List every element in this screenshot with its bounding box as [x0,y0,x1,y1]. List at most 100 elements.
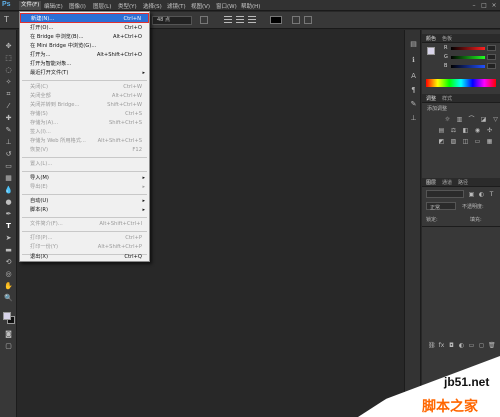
brush-tool-icon[interactable]: ✎ [4,126,13,135]
menu-item-revert[interactable]: 恢复(V) F12 [20,145,149,155]
menu-filter[interactable]: 滤镜(T) [167,2,186,10]
tab-color[interactable]: 颜色 [426,35,436,42]
menu-item-recent-files[interactable]: 最近打开文件(T) ▸ [20,68,149,78]
layer-mask-icon[interactable]: ◘ [448,342,455,349]
character-panel-icon[interactable]: A [409,72,418,81]
move-tool-icon[interactable]: ✥ [4,42,13,51]
brush-panel-icon[interactable]: ✎ [409,100,418,109]
delete-layer-icon[interactable]: 🗑 [488,342,496,349]
blue-value[interactable] [487,63,496,69]
quick-mask-icon[interactable]: ◙ [4,330,13,339]
vibrance-icon[interactable]: ▽ [492,116,499,123]
close-icon[interactable]: × [490,2,498,9]
tab-paths[interactable]: 路径 [458,179,468,186]
shape-tool-icon[interactable]: ▬ [4,246,13,255]
blue-slider[interactable]: B [444,63,496,70]
3d-camera-tool-icon[interactable]: ◎ [4,270,13,279]
menu-file[interactable]: 文件(F) [19,1,42,10]
magic-wand-tool-icon[interactable]: ✧ [4,78,13,87]
menu-edit[interactable]: 编辑(E) [44,2,63,10]
menu-item-export[interactable]: 导出(E) ▸ [20,182,149,192]
foreground-color-swatch[interactable] [3,312,11,320]
dodge-tool-icon[interactable]: ● [4,198,13,207]
color-spectrum-bar[interactable] [426,79,496,87]
menu-select[interactable]: 选择(S) [143,2,162,10]
new-adjustment-icon[interactable]: ◐ [458,342,465,349]
gradient-tool-icon[interactable]: ▦ [4,174,13,183]
menu-item-place[interactable]: 置入(L)... [20,159,149,169]
pen-tool-icon[interactable]: ✒ [4,210,13,219]
blur-tool-icon[interactable]: 💧 [4,186,13,195]
antialias-icon[interactable] [200,16,208,24]
tab-adjustments[interactable]: 调整 [426,95,436,102]
layer-style-icon[interactable]: fx [438,342,445,349]
lasso-tool-icon[interactable]: ◌ [4,66,13,75]
warp-text-icon[interactable] [292,16,300,24]
tab-swatches[interactable]: 色板 [442,35,452,42]
minimize-icon[interactable]: – [470,2,478,9]
new-layer-icon[interactable]: ◻ [478,342,485,349]
exposure-icon[interactable]: ◪ [480,116,487,123]
threshold-icon[interactable]: ◫ [462,138,469,145]
red-value[interactable] [487,45,496,51]
zoom-tool-icon[interactable]: 🔍 [4,294,13,303]
paragraph-panel-icon[interactable]: ¶ [409,86,418,95]
black-white-icon[interactable]: ◧ [462,127,469,134]
green-value[interactable] [487,54,496,60]
clone-stamp-tool-icon[interactable]: ⊥ [4,138,13,147]
tab-layers[interactable]: 图层 [426,179,436,186]
hand-tool-icon[interactable]: ✋ [4,282,13,291]
menu-window[interactable]: 窗口(W) [216,2,237,10]
levels-icon[interactable]: ▥ [456,116,463,123]
menu-view[interactable]: 视图(V) [191,2,210,10]
panel-foreground-swatch[interactable] [427,47,435,55]
color-balance-icon[interactable]: ⚖ [450,127,457,134]
properties-panel-icon[interactable]: ℹ [409,56,418,65]
history-brush-tool-icon[interactable]: ↺ [4,150,13,159]
curves-icon[interactable]: ⌒ [468,116,475,123]
posterize-icon[interactable]: ▨ [450,138,457,145]
maximize-icon[interactable]: □ [480,2,488,9]
layer-filter-select[interactable] [426,190,464,198]
selective-color-icon[interactable]: ▦ [486,138,493,145]
filter-adjust-icon[interactable]: ◐ [478,191,485,198]
filter-pixel-icon[interactable]: ▣ [468,191,475,198]
align-left-icon[interactable] [224,16,232,24]
menu-item-print-one[interactable]: 打印一份(Y) Alt+Shift+Ctrl+P [20,242,149,252]
menu-item-file-info[interactable]: 文件简介(F)... Alt+Shift+Ctrl+I [20,219,149,229]
tab-channels[interactable]: 通道 [442,179,452,186]
clone-source-panel-icon[interactable]: ⊥ [409,114,418,123]
blend-mode-select[interactable]: 正常 [426,202,456,211]
marquee-tool-icon[interactable]: ⬚ [4,54,13,63]
crop-tool-icon[interactable]: ⌗ [4,90,13,99]
green-slider[interactable]: G [444,54,496,61]
font-size-field[interactable]: 48 点 [152,16,192,25]
menu-layer[interactable]: 图层(L) [93,2,111,10]
text-color-swatch[interactable] [270,16,282,24]
invert-icon[interactable]: ◩ [438,138,445,145]
screen-mode-icon[interactable]: ▢ [4,342,13,351]
menu-item-exit[interactable]: 退出(X) Ctrl+Q [20,252,149,262]
align-center-icon[interactable] [236,16,244,24]
menu-help[interactable]: 帮助(H) [241,2,260,10]
eyedropper-tool-icon[interactable]: ⁄ [4,102,13,111]
menu-image[interactable]: 图像(I) [69,2,86,10]
tab-styles[interactable]: 样式 [442,95,452,102]
menu-item-scripts[interactable]: 脚本(R) ▸ [20,205,149,215]
healing-brush-tool-icon[interactable]: ✚ [4,114,13,123]
type-tool-icon-panel[interactable]: T [4,222,13,231]
photo-filter-icon[interactable]: ◉ [474,127,481,134]
align-right-icon[interactable] [248,16,256,24]
type-tool-icon[interactable]: T [4,15,9,24]
gradient-map-icon[interactable]: ▭ [474,138,481,145]
character-panel-icon[interactable] [304,16,312,24]
eraser-tool-icon[interactable]: ▭ [4,162,13,171]
3d-rotate-tool-icon[interactable]: ⟲ [4,258,13,267]
filter-type-icon[interactable]: T [488,191,495,198]
path-selection-tool-icon[interactable]: ➤ [4,234,13,243]
brightness-contrast-icon[interactable]: ☼ [444,116,451,123]
menu-type[interactable]: 类型(Y) [118,2,137,10]
history-panel-icon[interactable]: ▤ [409,40,418,49]
hue-saturation-icon[interactable]: ▤ [438,127,445,134]
channel-mixer-icon[interactable]: ✣ [486,127,493,134]
